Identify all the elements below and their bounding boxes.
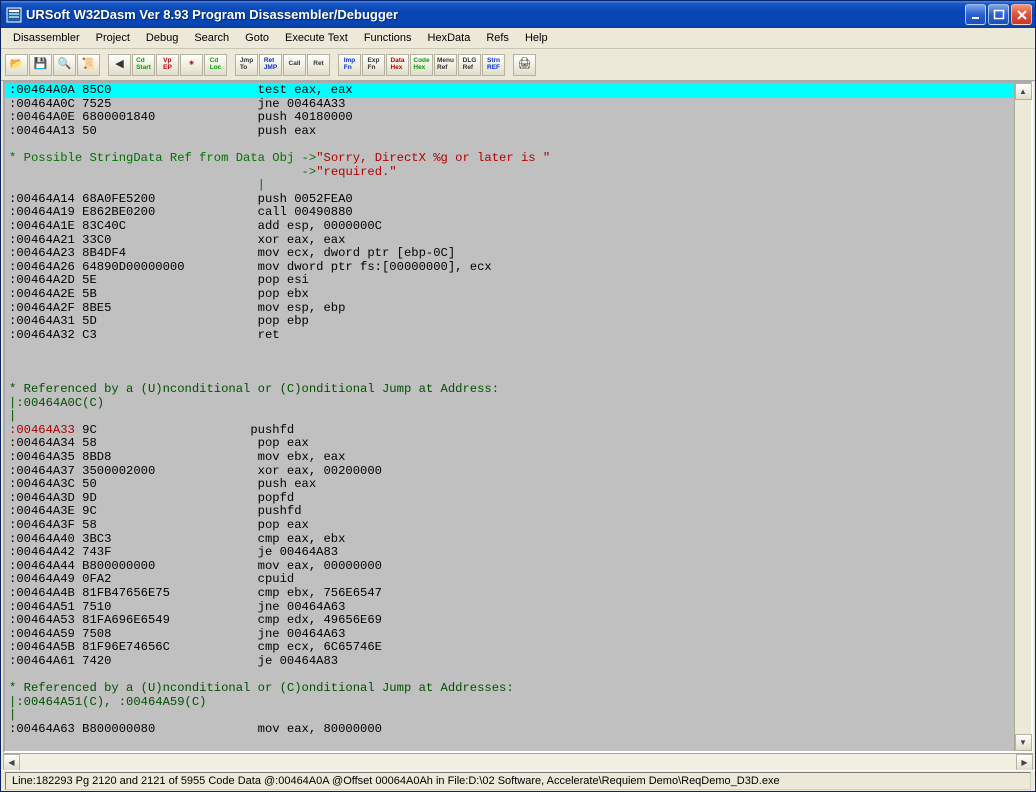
toolbar-data-hex[interactable]: DataHex — [386, 54, 409, 76]
menu-item-disassembler[interactable]: Disassembler — [5, 29, 88, 47]
window-title: URSoft W32Dasm Ver 8.93 Program Disassem… — [26, 7, 965, 22]
toolbar-printer[interactable]: 🖨 — [513, 54, 536, 76]
scroll-right-icon[interactable]: ▶ — [1016, 754, 1033, 771]
minimize-button[interactable] — [965, 4, 986, 25]
close-button[interactable] — [1011, 4, 1032, 25]
maximize-button[interactable] — [988, 4, 1009, 25]
toolbar-call[interactable]: Call — [283, 54, 306, 76]
toolbar-ret-jmp[interactable]: RetJMP — [259, 54, 282, 76]
toolbar-save[interactable]: 💾 — [29, 54, 52, 76]
toolbar-cd-start[interactable]: CdStart — [132, 54, 155, 76]
toolbar-jmp-to[interactable]: JmpTo — [235, 54, 258, 76]
toolbar-exp-fn[interactable]: ExpFn — [362, 54, 385, 76]
toolbar-strn-ref[interactable]: StrnREF — [482, 54, 505, 76]
toolbar-separator — [101, 54, 107, 76]
toolbar-separator — [331, 54, 337, 76]
menu-item-refs[interactable]: Refs — [478, 29, 517, 47]
app-icon — [6, 7, 22, 23]
toolbar-nav-back[interactable]: ◀ — [108, 54, 131, 76]
disassembly-pane: :00464A0A 85C0 test eax, eax:00464A0C 75… — [3, 81, 1033, 753]
toolbar-menu-ref[interactable]: MenuRef — [434, 54, 457, 76]
toolbar-open[interactable]: 📂 — [5, 54, 28, 76]
toolbar-separator — [228, 54, 234, 76]
menu-item-search[interactable]: Search — [186, 29, 237, 47]
scroll-down-icon[interactable]: ▼ — [1015, 734, 1032, 751]
toolbar-cd-loc[interactable]: CdLoc — [204, 54, 227, 76]
scroll-left-icon[interactable]: ◀ — [3, 754, 20, 771]
toolbar-ret[interactable]: Ret — [307, 54, 330, 76]
h-scroll-track[interactable] — [20, 754, 1016, 771]
status-bar: Line:182293 Pg 2120 and 2121 of 5955 Cod… — [1, 770, 1035, 791]
menu-bar: DisassemblerProjectDebugSearchGotoExecut… — [1, 28, 1035, 49]
toolbar-separator — [506, 54, 512, 76]
code-area[interactable]: :00464A0A 85C0 test eax, eax:00464A0C 75… — [5, 83, 1014, 751]
menu-item-help[interactable]: Help — [517, 29, 556, 47]
toolbar-imp-fn[interactable]: ImpFn — [338, 54, 361, 76]
menu-item-functions[interactable]: Functions — [356, 29, 420, 47]
menu-item-execute-text[interactable]: Execute Text — [277, 29, 356, 47]
toolbar-cd-jmp[interactable]: ☀ — [180, 54, 203, 76]
toolbar-cp-ep[interactable]: VpEP — [156, 54, 179, 76]
toolbar-dlg-ref[interactable]: DLGRef — [458, 54, 481, 76]
toolbar-code-hex[interactable]: CodeHex — [410, 54, 433, 76]
toolbar-print[interactable]: 📜 — [77, 54, 100, 76]
h-scrollbar[interactable]: ◀ ▶ — [3, 753, 1033, 770]
v-scrollbar[interactable]: ▲ ▼ — [1014, 83, 1031, 751]
toolbar-find[interactable]: 🔍 — [53, 54, 76, 76]
scroll-up-icon[interactable]: ▲ — [1015, 83, 1032, 100]
toolbar: 📂💾🔍📜 ◀CdStartVpEP☀CdLoc JmpToRetJMPCallRet… — [1, 49, 1035, 81]
titlebar: URSoft W32Dasm Ver 8.93 Program Disassem… — [1, 1, 1035, 28]
menu-item-goto[interactable]: Goto — [237, 29, 277, 47]
status-text: Line:182293 Pg 2120 and 2121 of 5955 Cod… — [5, 772, 1031, 790]
menu-item-debug[interactable]: Debug — [138, 29, 186, 47]
menu-item-hexdata[interactable]: HexData — [420, 29, 479, 47]
menu-item-project[interactable]: Project — [88, 29, 138, 47]
